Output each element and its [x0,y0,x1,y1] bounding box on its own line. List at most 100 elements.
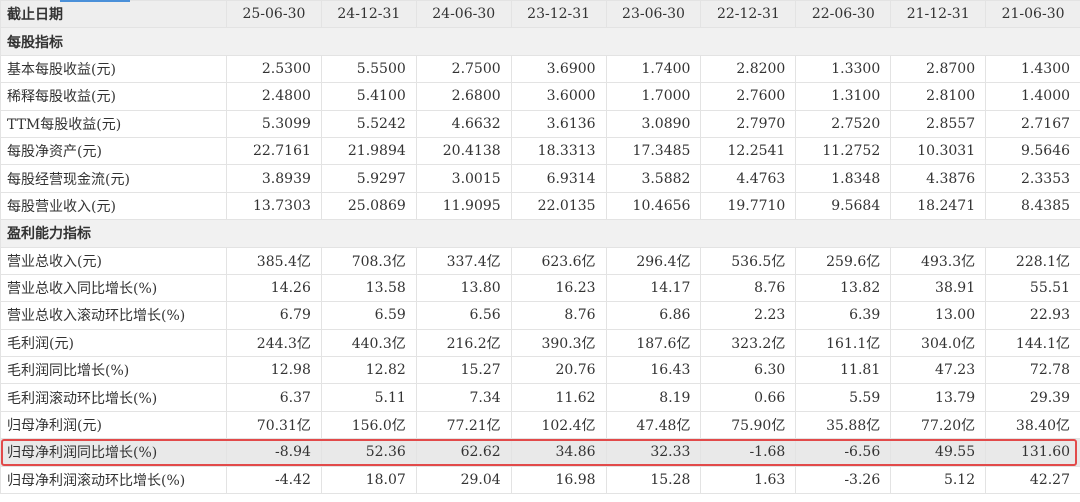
table-cell: 34.86 [510,438,607,467]
table-cell: 1.8348 [795,164,892,193]
header-date[interactable]: 21-12-31 [890,0,987,29]
table-cell: 55.51 [985,273,1080,303]
header-date[interactable]: 25-06-30 [226,0,322,29]
table-cell: -4.42 [226,465,322,495]
table-row: 每股净资产(元) 22.7161 21.9894 20.4138 18.3313 17.3… [0,136,1080,166]
table-cell: 259.6亿 [795,246,892,275]
table-cell: 13.58 [320,273,417,303]
table-cell: 5.3099 [226,109,322,138]
table-cell: 11.81 [795,356,892,385]
table-cell: 216.2亿 [415,328,512,358]
table-cell: 10.3031 [890,136,987,166]
section-header-row: 每股指标 [0,27,1080,56]
table-cell: 6.86 [605,301,702,330]
header-date[interactable]: 21-06-30 [985,0,1080,29]
header-date[interactable]: 24-06-30 [415,0,512,29]
table-cell: 4.3876 [890,164,987,193]
table-cell: 708.3亿 [320,246,417,275]
table-cell: 2.8200 [700,54,797,84]
table-cell: 19.7710 [700,191,797,221]
table-cell: 70.31亿 [226,410,322,440]
table-cell: 18.07 [320,465,417,495]
table-cell: 131.60 [985,438,1080,467]
table-cell: 5.5500 [320,54,417,84]
table-cell: 11.9095 [415,191,512,221]
table-cell: 13.80 [415,273,512,303]
table-cell: 3.6136 [510,109,607,138]
table-cell: 3.6000 [510,82,607,111]
table-cell: 187.6亿 [605,328,702,358]
table-cell: 2.7167 [985,109,1080,138]
table-cell: 5.5242 [320,109,417,138]
table-cell: 5.4100 [320,82,417,111]
financial-table: 截止日期 25-06-30 24-12-31 24-06-30 23-12-31… [0,0,1080,495]
financial-indicators-view: 截止日期 25-06-30 24-12-31 24-06-30 23-12-31… [0,0,1080,502]
table-cell: -3.26 [795,465,892,495]
table-cell: 29.04 [415,465,512,495]
table-cell: 13.7303 [226,191,322,221]
table-cell: 38.40亿 [985,410,1080,440]
table-cell: 20.76 [510,356,607,385]
table-cell: 18.2471 [890,191,987,221]
table-cell: 12.98 [226,356,322,385]
table-cell: 16.98 [510,465,607,495]
table-cell: 16.23 [510,273,607,303]
table-cell: 75.90亿 [700,410,797,440]
table-cell: 9.5646 [985,136,1080,166]
table-cell: 0.66 [700,383,797,412]
table-cell: 4.4763 [700,164,797,193]
table-cell: 3.5882 [605,164,702,193]
header-row: 截止日期 25-06-30 24-12-31 24-06-30 23-12-31… [0,0,1080,29]
table-cell: 6.37 [226,383,322,412]
section-header-row: 盈利能力指标 [0,219,1080,248]
table-cell: 144.1亿 [985,328,1080,358]
header-date[interactable]: 23-12-31 [510,0,607,29]
row-label: 归母净利润同比增长(%) [0,438,227,467]
table-cell: 22.93 [985,301,1080,330]
table-row: 归母净利润同比增长(%) -8.94 52.36 62.62 34.86 32.33 -1.… [0,438,1080,467]
table-cell: 3.0015 [415,164,512,193]
table-row: 基本每股收益(元) 2.5300 5.5500 2.7500 3.6900 1.7400 2… [0,54,1080,84]
row-label: 归母净利润滚动环比增长(%) [0,465,227,495]
table-cell: 1.4300 [985,54,1080,84]
table-cell: 62.62 [415,438,512,467]
table-row: 营业总收入同比增长(%) 14.26 13.58 13.80 16.23 14.17 8.7… [0,273,1080,303]
table-cell: 72.78 [985,356,1080,385]
table-cell: 6.59 [320,301,417,330]
table-cell: 161.1亿 [795,328,892,358]
table-cell: 13.79 [890,383,987,412]
table-cell: 390.3亿 [510,328,607,358]
table-cell: 18.3313 [510,136,607,166]
row-label: TTM每股收益(元) [0,109,227,138]
table-cell: 17.3485 [605,136,702,166]
header-date[interactable]: 22-06-30 [795,0,892,29]
table-cell: 13.82 [795,273,892,303]
table-cell: 42.27 [985,465,1080,495]
header-date[interactable]: 22-12-31 [700,0,797,29]
table-cell: 2.23 [700,301,797,330]
header-date[interactable]: 24-12-31 [320,0,417,29]
table-cell: 47.48亿 [605,410,702,440]
table-cell: 2.8100 [890,82,987,111]
table-row: 归母净利润(元) 70.31亿 156.0亿 77.21亿 102.4亿 47.48亿 75… [0,410,1080,440]
table-cell: 2.5300 [226,54,322,84]
row-label: 毛利润(元) [0,328,227,358]
active-tab-indicator [60,0,130,2]
table-cell: 77.20亿 [890,410,987,440]
table-cell: 2.3353 [985,164,1080,193]
table-row: TTM每股收益(元) 5.3099 5.5242 4.6632 3.6136 3.0890… [0,109,1080,138]
table-cell: 7.34 [415,383,512,412]
table-cell: 13.00 [890,301,987,330]
table-cell: 9.5684 [795,191,892,221]
table-cell: 1.7000 [605,82,702,111]
table-cell: 8.19 [605,383,702,412]
table-cell: 323.2亿 [700,328,797,358]
table-cell: 2.8700 [890,54,987,84]
table-cell: 5.59 [795,383,892,412]
table-cell: -8.94 [226,438,322,467]
table-cell: 2.7520 [795,109,892,138]
header-date[interactable]: 23-06-30 [605,0,702,29]
table-cell: 35.88亿 [795,410,892,440]
table-cell: 49.55 [890,438,987,467]
table-cell: 2.8557 [890,109,987,138]
